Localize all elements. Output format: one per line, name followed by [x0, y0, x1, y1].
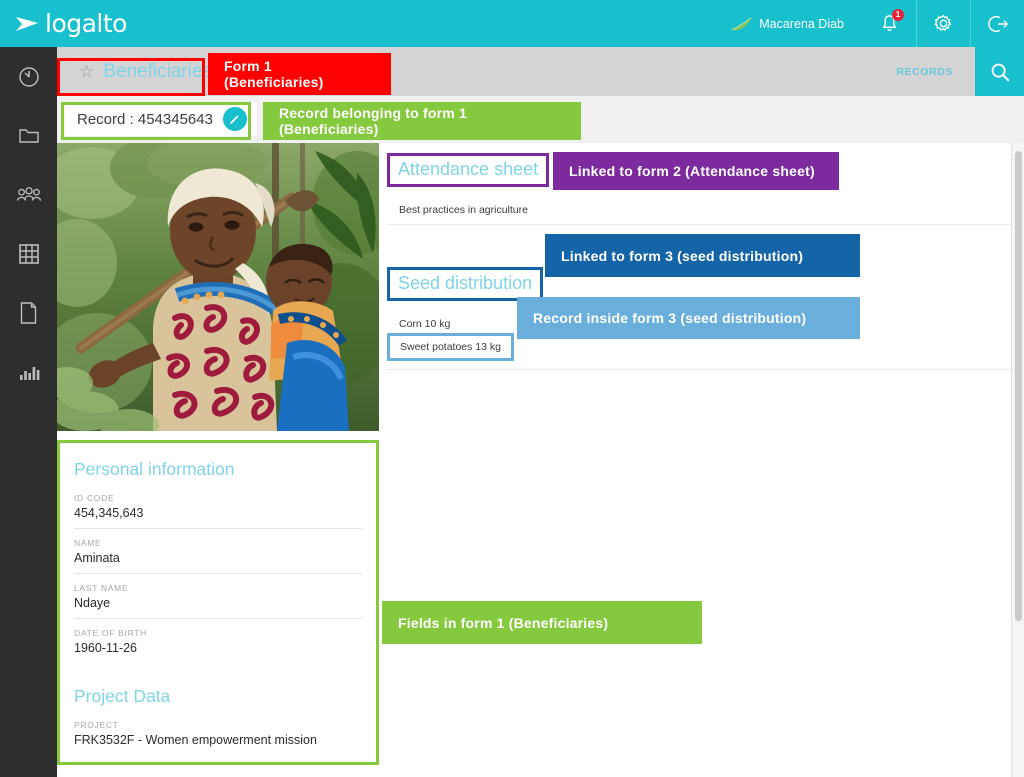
bar-chart-icon [19, 366, 39, 380]
beneficiary-photo [57, 143, 379, 431]
sidebar-item-projects[interactable] [0, 106, 57, 165]
field-label: ID CODE [74, 493, 115, 503]
gauge-icon [18, 66, 39, 87]
vertical-scrollbar[interactable] [1011, 143, 1024, 777]
field-project[interactable]: PROJECT FRK3532F - Women empowerment mis… [74, 718, 362, 755]
sidebar-item-tables[interactable] [0, 224, 57, 283]
field-name[interactable]: NAME Aminata [74, 536, 362, 574]
notification-badge: 1 [892, 9, 904, 21]
record-label: Record : 454345643 [77, 110, 213, 128]
top-bar: logalto Macarena Diab 1 [0, 0, 1024, 47]
annotation-fields-form1: Fields in form 1 (Beneficiaries) [382, 601, 702, 644]
tab-beneficiaries-label: Beneficiaries [103, 60, 213, 82]
grid-icon [18, 243, 39, 264]
section-title: Personal information [74, 459, 235, 479]
annotation-text: Fields in form 1 (Beneficiaries) [398, 614, 609, 631]
field-label: LAST NAME [74, 583, 129, 593]
user-name[interactable]: Macarena Diab [759, 17, 844, 31]
field-label: DATE OF BIRTH [74, 628, 148, 638]
row-divider [387, 369, 1024, 370]
tab-records[interactable]: RECORDS [896, 66, 975, 78]
sidebar-item-beneficiaries[interactable] [0, 165, 57, 224]
field-value: 454,345,643 [74, 506, 144, 520]
main-content: Personal information ID CODE 454,345,643… [57, 143, 1024, 777]
people-icon [16, 186, 41, 201]
field-value: 1960-11-26 [74, 641, 138, 655]
field-value: FRK3532F - Women empowerment mission [74, 733, 317, 747]
form-section-personal-information: Personal information ID CODE 454,345,643… [74, 459, 362, 663]
annotation-text: Record belonging to form 1 (Beneficiarie… [279, 105, 467, 137]
sidebar-item-dashboard[interactable] [0, 47, 57, 106]
record-form-card: Personal information ID CODE 454,345,643… [57, 440, 379, 765]
notifications-button[interactable]: 1 [862, 0, 916, 47]
scrollbar-thumb[interactable] [1015, 151, 1022, 621]
field-label: PROJECT [74, 720, 119, 730]
document-icon [20, 301, 37, 324]
settings-button[interactable] [916, 0, 970, 47]
sidebar-item-forms[interactable] [0, 283, 57, 342]
tab-bar: ☆ Beneficiaries RECORDS [57, 47, 1024, 96]
annotation-linked-form2: Linked to form 2 (Attendance sheet) [553, 152, 839, 190]
annotation-text: Linked to form 3 (seed distribution) [561, 247, 804, 264]
search-icon [991, 63, 1009, 81]
field-label: NAME [74, 538, 102, 548]
leaf-icon [731, 16, 753, 32]
star-icon[interactable]: ☆ [79, 63, 94, 80]
section-title: Project Data [74, 686, 171, 706]
logout-icon [987, 15, 1008, 32]
field-last-name[interactable]: LAST NAME Ndaye [74, 581, 362, 619]
folder-icon [18, 128, 39, 143]
annotation-form1: Form 1 (Beneficiaries) [208, 53, 391, 95]
brand-logo[interactable]: logalto [14, 9, 127, 38]
annotation-text: Linked to form 2 (Attendance sheet) [569, 163, 815, 179]
annotation-text: Record inside form 3 (seed distribution) [533, 310, 807, 326]
application-window: logalto Macarena Diab 1 ☆ Beneficiaries … [0, 0, 1024, 777]
sidebar-rail [0, 47, 57, 777]
linked-form-heading[interactable]: Attendance sheet [387, 153, 550, 187]
top-bar-right: Macarena Diab 1 [731, 0, 1024, 47]
gear-icon [934, 14, 952, 31]
field-date-of-birth[interactable]: DATE OF BIRTH 1960-11-26 [74, 626, 362, 663]
paper-plane-icon [14, 11, 40, 37]
pencil-icon [230, 114, 239, 124]
linked-form-heading[interactable]: Seed distribution [387, 267, 544, 301]
annotation-linked-form3: Linked to form 3 (seed distribution) [545, 234, 860, 277]
brand-logo-text: logalto [45, 9, 127, 38]
linked-form-row[interactable]: Best practices in agriculture [387, 196, 1024, 225]
annotation-record: Record belonging to form 1 (Beneficiarie… [263, 102, 581, 140]
search-button[interactable] [975, 47, 1024, 96]
sidebar-item-reports[interactable] [0, 342, 57, 401]
record-chip[interactable]: Record : 454345643 [65, 102, 257, 136]
linked-form-row-highlighted[interactable]: Sweet potatoes 13 kg [387, 333, 514, 361]
field-id-code[interactable]: ID CODE 454,345,643 [74, 491, 362, 529]
annotation-record-in-form3: Record inside form 3 (seed distribution) [517, 297, 860, 339]
field-value: Ndaye [74, 596, 111, 610]
photo-illustration [57, 143, 379, 431]
edit-record-button[interactable] [222, 107, 247, 131]
logout-button[interactable] [970, 0, 1024, 47]
field-value: Aminata [74, 551, 120, 565]
tab-beneficiaries[interactable]: ☆ Beneficiaries [65, 53, 227, 90]
annotation-text: Form 1 (Beneficiaries) [224, 58, 324, 90]
form-section-project-data: Project Data PROJECT FRK3532F - Women em… [74, 686, 362, 755]
